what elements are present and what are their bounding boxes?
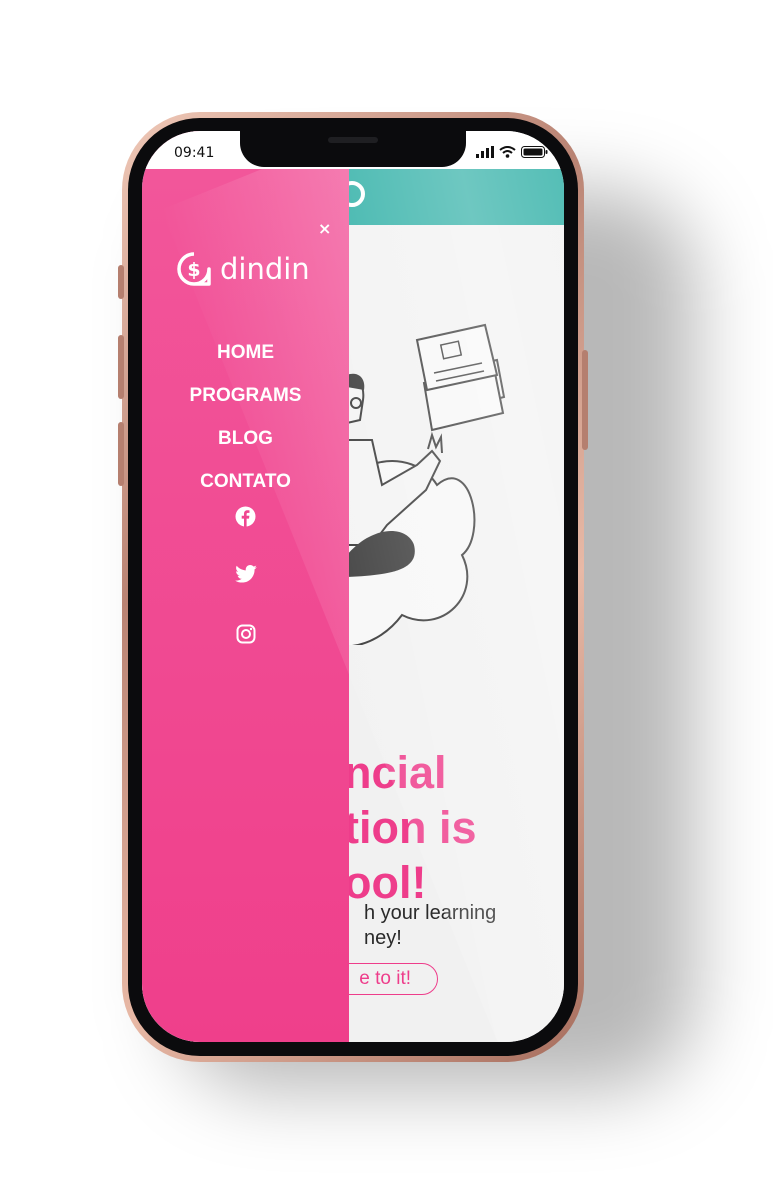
phone-notch — [240, 131, 466, 167]
volume-up-button — [118, 335, 124, 399]
volume-down-button — [118, 422, 124, 486]
nav-item-blog[interactable]: BLOG — [142, 417, 349, 460]
signal-icon — [476, 146, 494, 158]
hero-subtitle: h your learning ney! — [314, 901, 554, 951]
hero-subtitle-line-2: ney! — [364, 927, 402, 949]
dollar-coin-icon: $ — [177, 252, 211, 286]
nav-drawer: × $ dindin HOME PROGRAMS BLOG CONTATO — [142, 131, 349, 1042]
speaker-grille — [328, 137, 378, 143]
mute-switch — [118, 265, 124, 299]
twitter-icon[interactable] — [234, 565, 257, 583]
social-twitter[interactable] — [142, 565, 349, 624]
social-links — [142, 506, 349, 683]
nav-item-home[interactable]: HOME — [142, 331, 349, 374]
instagram-icon[interactable] — [236, 624, 256, 644]
facebook-icon[interactable] — [235, 506, 256, 527]
phone-screen: 09:41 ncial tion is ool! h your learning… — [142, 131, 564, 1042]
status-time: 09:41 — [174, 145, 215, 161]
drawer-nav: HOME PROGRAMS BLOG CONTATO — [142, 331, 349, 503]
status-icons — [476, 146, 548, 158]
social-facebook[interactable] — [142, 506, 349, 565]
svg-text:$: $ — [187, 259, 200, 281]
hero-subtitle-line-1: h your learning — [364, 902, 497, 924]
nav-item-programs[interactable]: PROGRAMS — [142, 374, 349, 417]
battery-icon — [521, 146, 548, 158]
brand-name: dindin — [220, 252, 310, 286]
wifi-icon — [499, 146, 516, 158]
power-button — [582, 350, 588, 450]
brand-logo[interactable]: $ dindin — [176, 251, 310, 287]
social-instagram[interactable] — [142, 624, 349, 683]
nav-item-contato[interactable]: CONTATO — [142, 460, 349, 503]
close-menu-button[interactable]: × — [318, 219, 331, 238]
